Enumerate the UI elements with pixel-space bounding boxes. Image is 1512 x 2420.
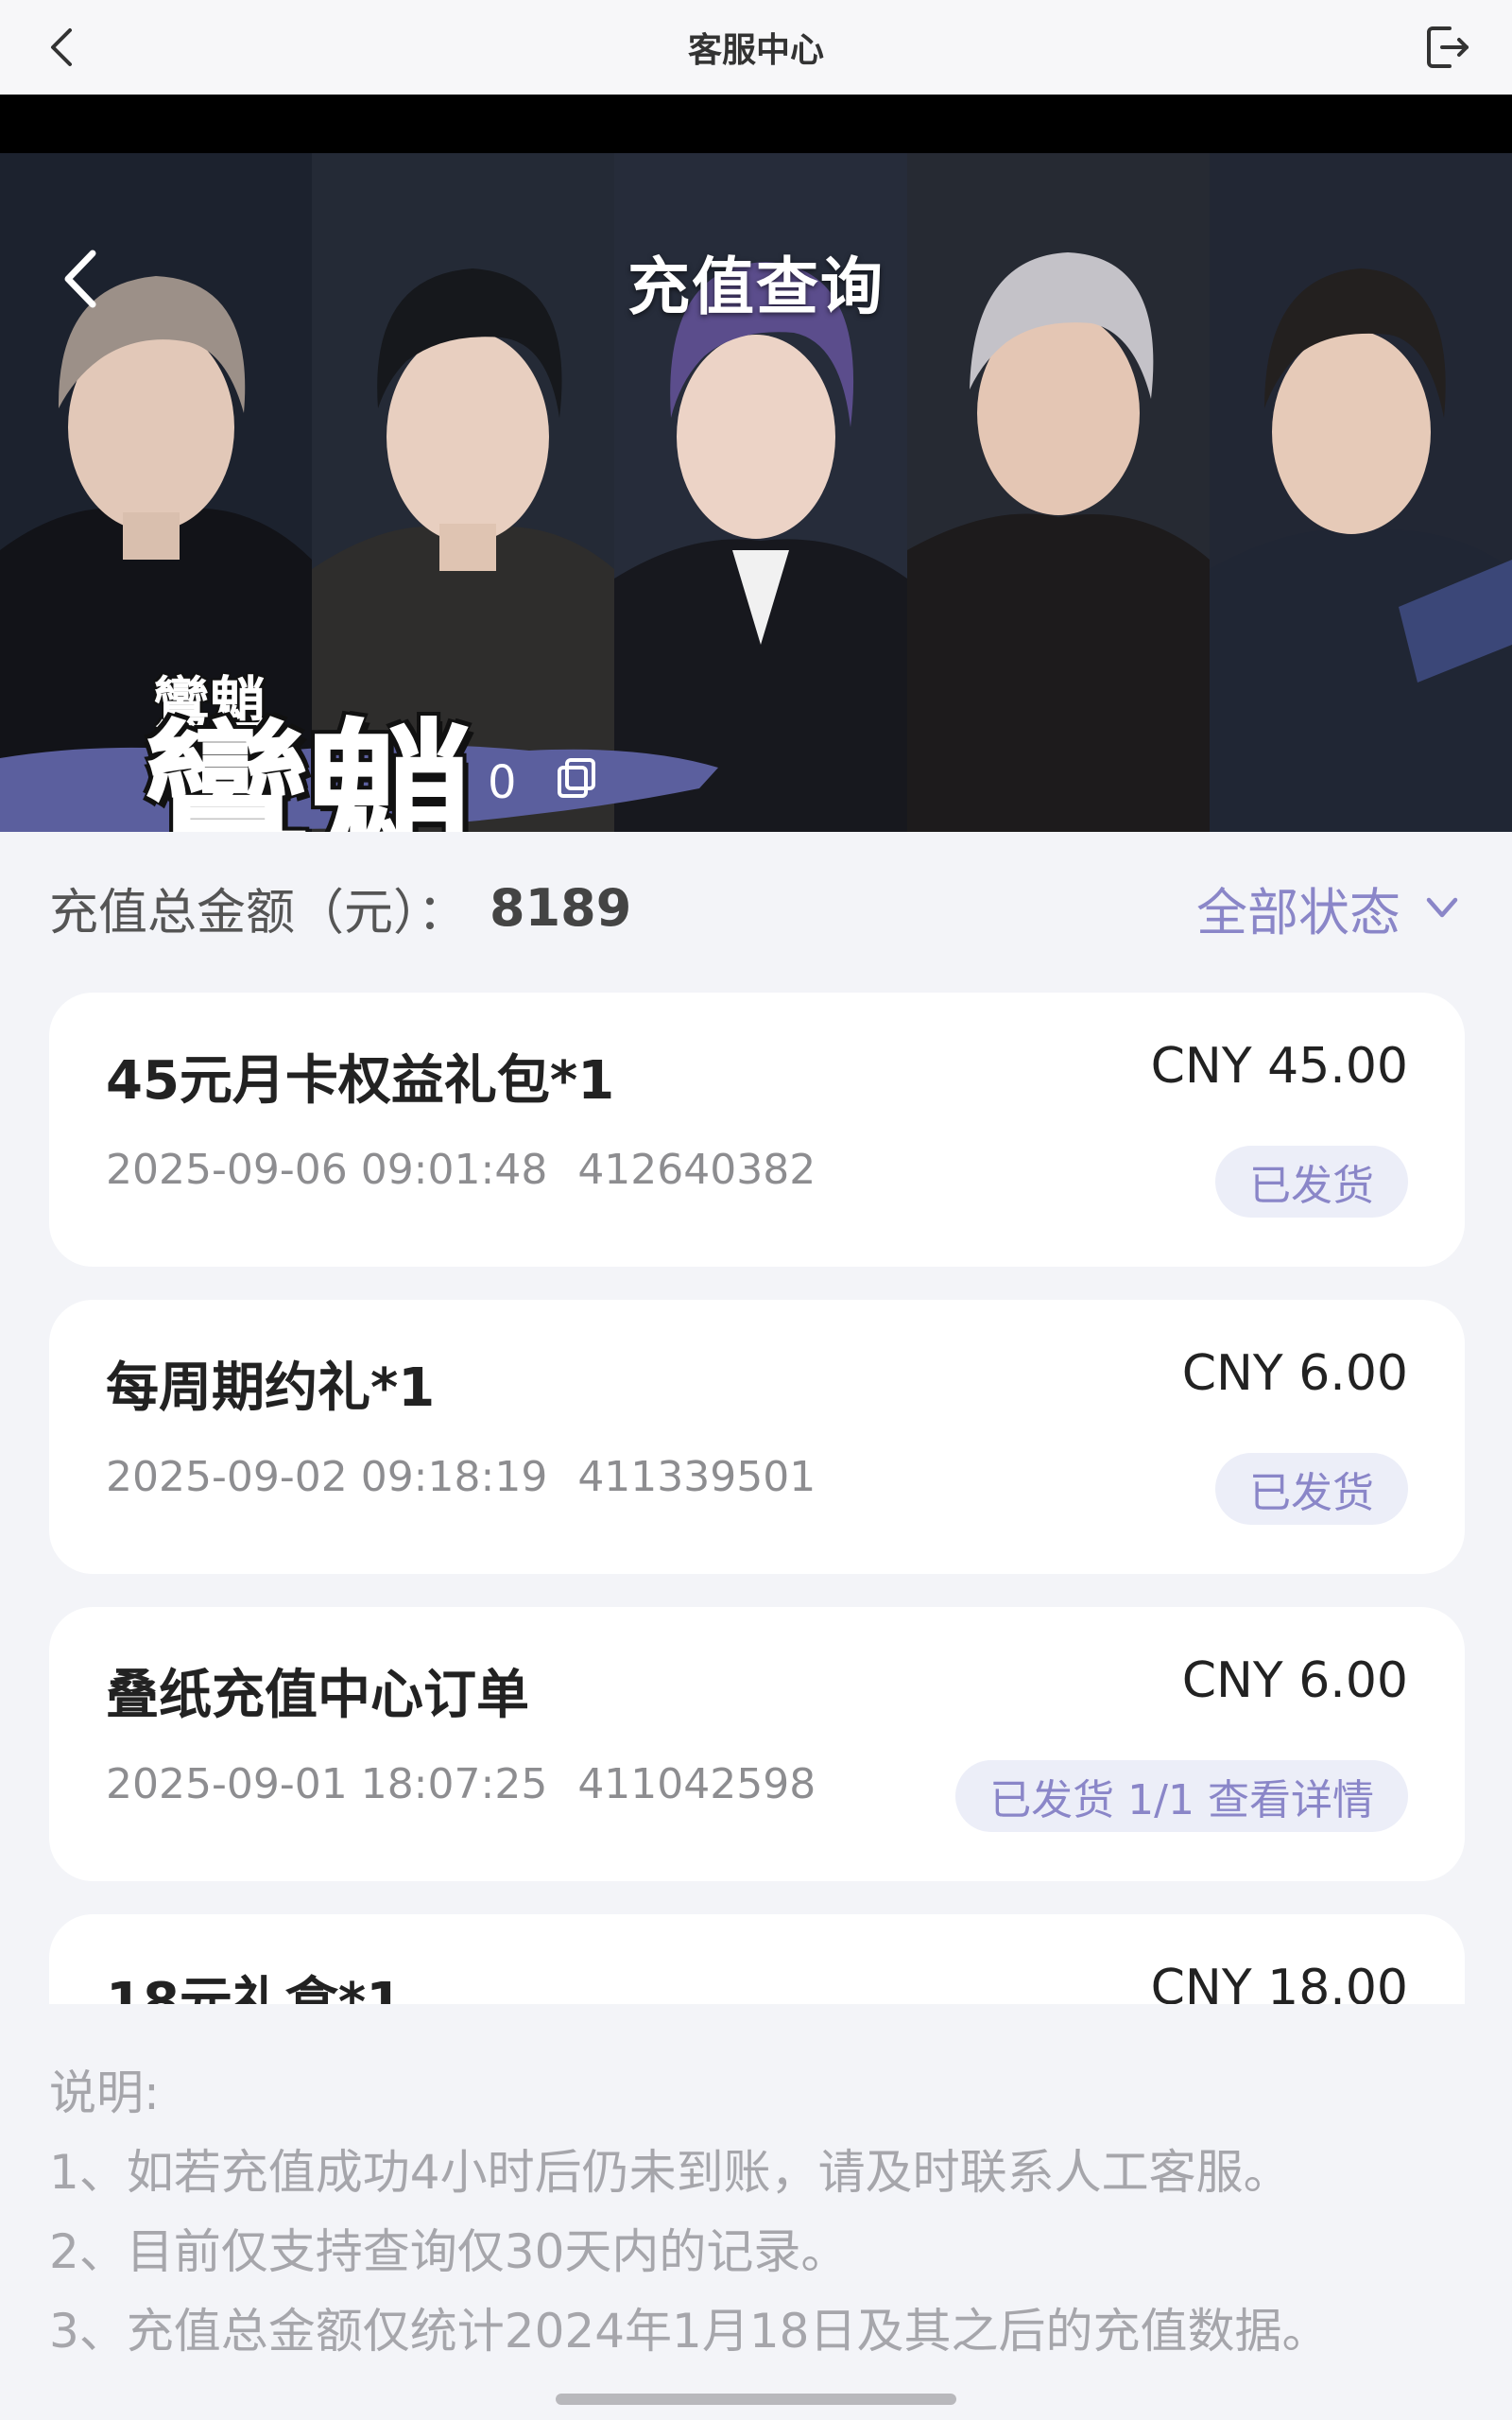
home-indicator[interactable] [556, 2394, 956, 2405]
order-name: 18元礼盒*1 [106, 1972, 404, 2004]
chevron-down-icon [1426, 897, 1458, 918]
account-id-fragment: 0 [488, 756, 517, 809]
note-item: 2、目前仅支持查询仅30天内的记录。 [49, 2224, 849, 2279]
top-bar: 客服中心 [0, 0, 1512, 95]
order-time: 2025-09-06 09:01:48 [106, 1146, 548, 1194]
order-list[interactable]: 45元月卡权益礼包*1 CNY 45.00 2025-09-06 09:01:4… [0, 983, 1512, 2004]
status-badge-label: 已发货 [1249, 1162, 1374, 1210]
status-filter-dropdown[interactable]: 全部状态 [1196, 871, 1463, 945]
notes-section: 说明: 1、如若充值成功4小时后仍未到账，请及时联系人工客服。 2、目前仅支持查… [0, 2004, 1512, 2420]
order-id: 411042598 [577, 1760, 816, 1808]
character-banner: 充值查询 鸞魈 0 鸞魈 [0, 95, 1512, 832]
view-details-link[interactable]: 查看详情 [1208, 1766, 1374, 1826]
page-title: 充值查询 [627, 251, 885, 323]
copy-icon[interactable] [556, 756, 599, 800]
top-bar-title: 客服中心 [687, 31, 824, 70]
total-amount-label: 充值总金额（元）： [49, 884, 468, 942]
summary-row: 充值总金额（元）： 8189 全部状态 [0, 832, 1512, 983]
banner-top-strip [0, 95, 1512, 153]
order-name: 45元月卡权益礼包*1 [106, 1050, 615, 1112]
order-meta: 2025-09-01 18:07:25 411042598 [106, 1760, 816, 1808]
order-card[interactable]: 45元月卡权益礼包*1 CNY 45.00 2025-09-06 09:01:4… [49, 993, 1465, 1267]
order-name: 叠纸充值中心订单 [106, 1665, 529, 1726]
notes-heading: 说明: [49, 2066, 160, 2120]
note-item: 1、如若充值成功4小时后仍未到账，请及时联系人工客服。 [49, 2145, 1291, 2200]
order-id: 412640382 [577, 1146, 816, 1194]
total-amount-value: 8189 [490, 877, 632, 938]
order-price: CNY 45.00 [1150, 1038, 1408, 1095]
logo-text-large: 鸞魈 [142, 704, 476, 833]
order-price: CNY 6.00 [1181, 1345, 1408, 1402]
status-filter-label: 全部状态 [1196, 882, 1400, 942]
logout-icon[interactable] [1421, 21, 1474, 74]
order-card[interactable]: 叠纸充值中心订单 CNY 6.00 2025-09-01 18:07:25 411… [49, 1607, 1465, 1881]
order-card[interactable]: 18元礼盒*1 CNY 18.00 [49, 1914, 1465, 2004]
status-badge-label: 已发货 [1249, 1469, 1374, 1517]
order-price: CNY 18.00 [1150, 1960, 1408, 2004]
status-badge: 已发货 [1215, 1453, 1408, 1525]
order-name: 每周期约礼*1 [106, 1357, 436, 1419]
order-time: 2025-09-02 09:18:19 [106, 1453, 548, 1501]
order-id: 411339501 [577, 1453, 816, 1501]
order-time: 2025-09-01 18:07:25 [106, 1760, 548, 1808]
note-item: 3、充值总金额仅统计2024年1月18日及其之后的充值数据。 [49, 2304, 1330, 2359]
order-card[interactable]: 每周期约礼*1 CNY 6.00 2025-09-02 09:18:19 4113… [49, 1300, 1465, 1574]
chevron-left-icon[interactable] [38, 21, 91, 74]
order-meta: 2025-09-02 09:18:19 411339501 [106, 1453, 816, 1501]
status-detail-button[interactable]: 已发货 1/1 查看详情 [955, 1760, 1408, 1832]
order-meta: 2025-09-06 09:01:48 412640382 [106, 1146, 816, 1194]
status-badge: 已发货 [1215, 1146, 1408, 1218]
order-price: CNY 6.00 [1181, 1652, 1408, 1709]
status-badge-label: 已发货 1/1 [989, 1776, 1194, 1824]
